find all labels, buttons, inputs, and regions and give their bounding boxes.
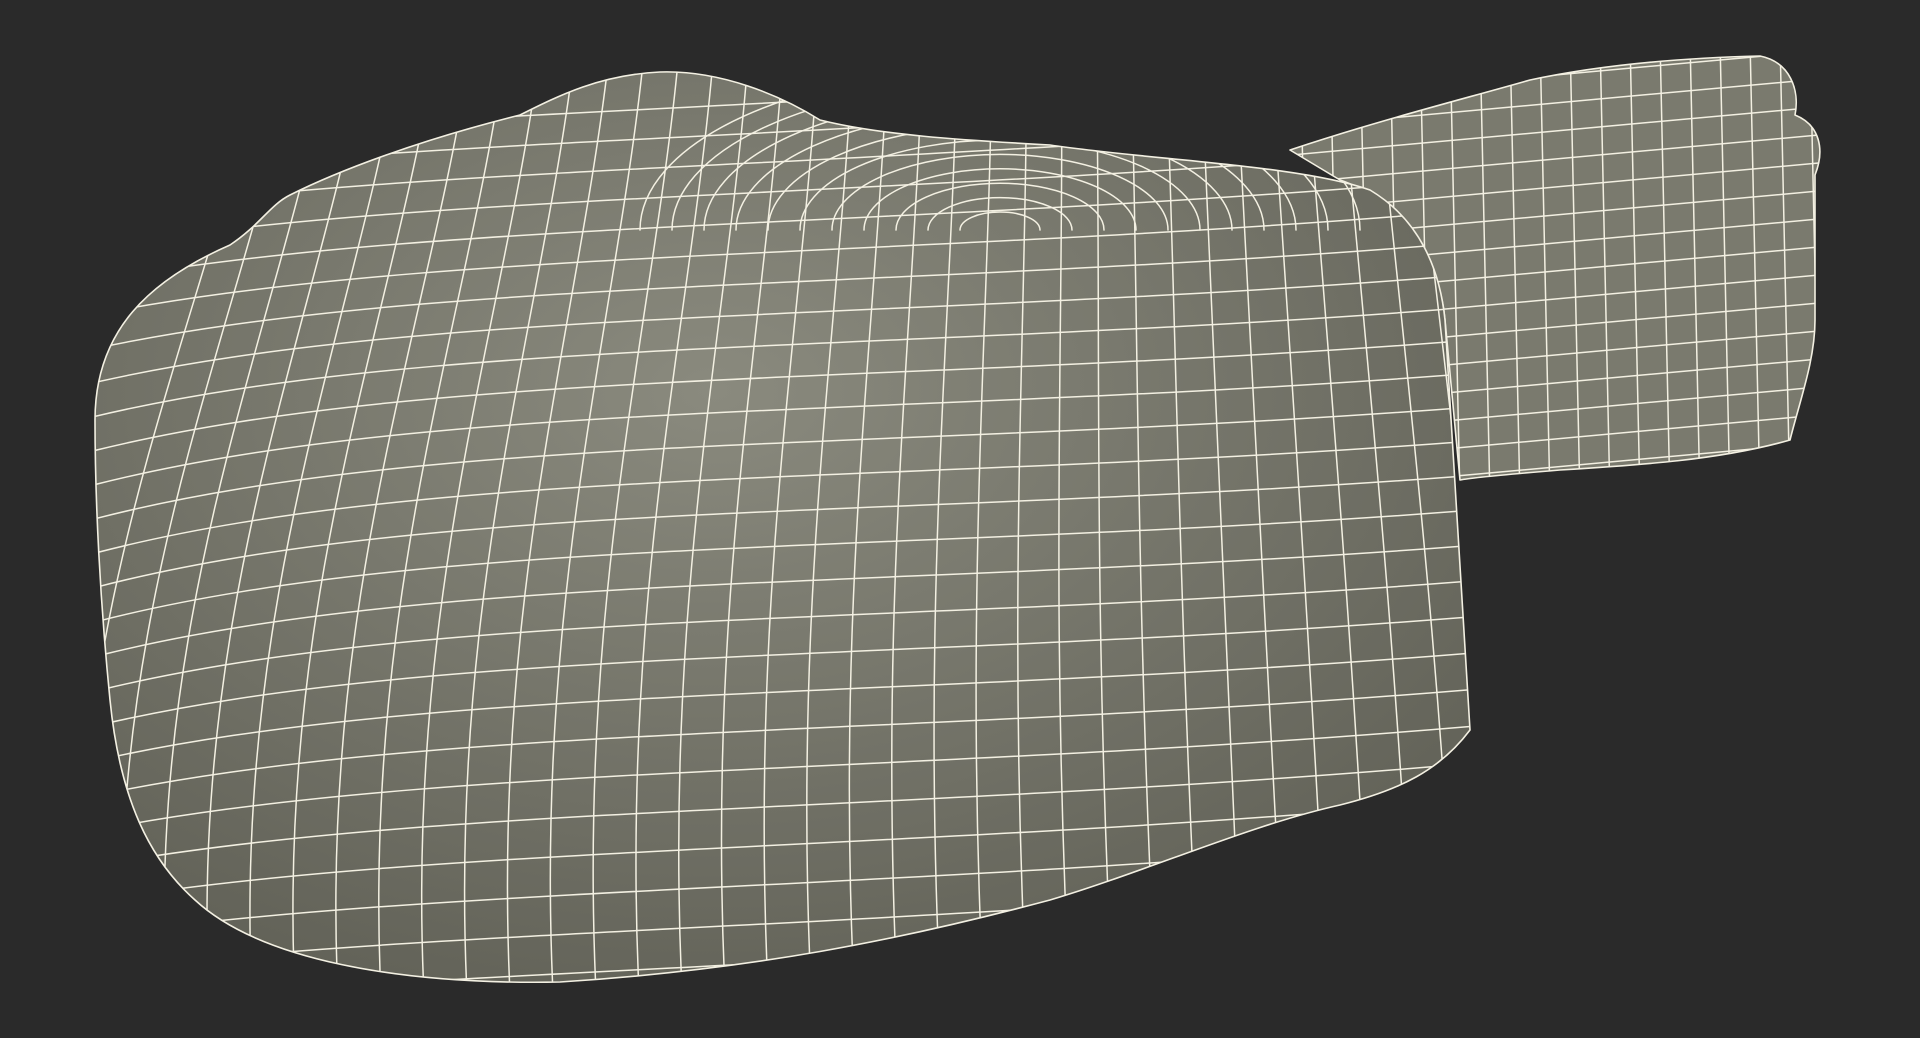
3d-viewport[interactable] xyxy=(0,0,1920,1038)
mesh-body-surface xyxy=(95,71,1470,983)
wireframe-model[interactable] xyxy=(0,0,1920,1038)
mesh-body xyxy=(94,71,1471,984)
